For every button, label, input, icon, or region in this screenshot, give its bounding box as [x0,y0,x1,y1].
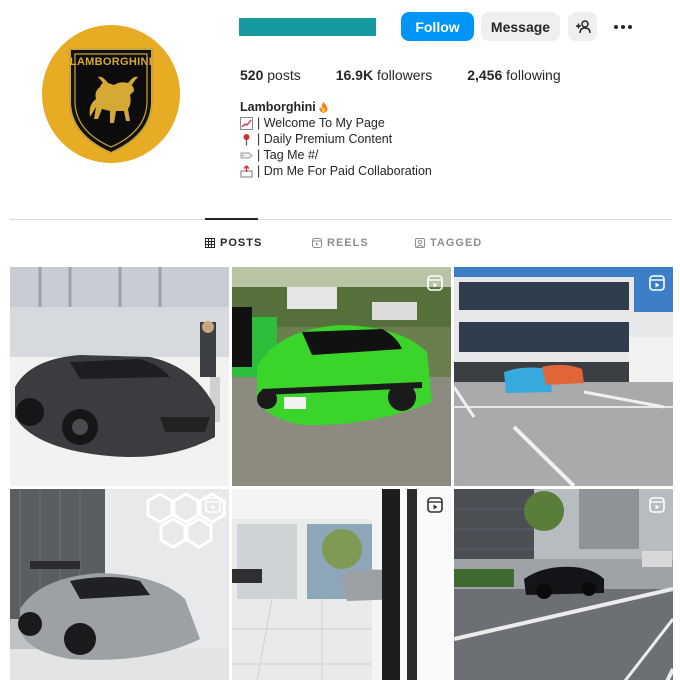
widebody-huracan-hexagon-lights-photo [10,489,229,680]
following-count: 2,456 [467,67,503,83]
post-thumbnail[interactable] [454,267,673,486]
post-thumbnail[interactable] [232,489,451,680]
followers-label: followers [376,67,433,83]
reel-icon [427,275,443,291]
reels-icon [312,238,322,248]
outbox-emoji-icon [240,164,253,177]
more-options-button[interactable] [610,12,636,41]
add-user-icon [575,19,591,33]
fire-emoji-icon [319,101,328,113]
chart-emoji-icon [240,116,253,130]
grid-icon [205,238,215,248]
post-thumbnail[interactable] [454,489,673,680]
pushpin-emoji-icon [243,133,250,145]
black-lamborghini-street-photo [454,489,673,680]
showroom-window-photo [232,489,451,680]
suggested-users-button[interactable] [568,12,597,41]
reel-icon [205,497,221,513]
reel-icon [649,497,665,513]
bio-line: | Daily Premium Content [240,131,432,147]
reel-icon [649,275,665,291]
tab-label: TAGGED [430,237,483,249]
profile-stats: 520 posts 16.9K followers 2,456 followin… [240,67,596,83]
posts-stat: 520 posts [240,67,301,83]
tab-label: POSTS [220,237,263,249]
following-label: following [506,67,561,83]
profile-bio: Lamborghini | Welcome To My Page | Daily… [240,99,432,179]
bio-line-text: | Welcome To My Page [257,116,385,130]
follow-button[interactable]: Follow [401,12,474,41]
bio-line-text: | Daily Premium Content [257,132,393,146]
post-thumbnail[interactable] [10,267,229,486]
logo-wordmark: LAMBORGHINI [69,56,153,68]
tab-posts[interactable]: POSTS [205,237,262,249]
profile-avatar[interactable] [42,25,180,163]
tab-reels[interactable]: REELS [312,237,369,249]
bio-name: Lamborghini [240,100,316,114]
post-thumbnail[interactable] [10,489,229,680]
posts-count: 520 [240,67,264,83]
green-lamborghini-aventador-photo [232,267,451,486]
dot-icon [621,24,625,29]
lamborghini-logo-icon [42,25,180,163]
posts-label: posts [267,67,301,83]
reel-icon [427,497,443,513]
dot-icon [628,24,632,29]
dot-icon [614,24,618,29]
bio-line-text: | Tag Me #/ [257,148,319,162]
bio-line-text: | Dm Me For Paid Collaboration [257,164,432,178]
following-stat[interactable]: 2,456 following [467,67,560,83]
parking-lot-building-photo [454,267,673,486]
gray-lamborghini-factory-photo [10,267,229,486]
bio-name-line: Lamborghini [240,99,432,115]
active-tab-indicator [205,218,258,220]
bio-line: | Dm Me For Paid Collaboration [240,163,432,179]
followers-count: 16.9K [335,67,374,83]
tab-tagged[interactable]: TAGGED [415,237,482,249]
post-thumbnail[interactable] [232,267,451,486]
label-emoji-icon [240,152,253,158]
bio-line: | Welcome To My Page [240,115,432,131]
followers-stat[interactable]: 16.9K followers [336,67,433,83]
username-redacted [239,18,376,36]
tab-label: REELS [327,237,369,249]
tabs-divider [10,219,672,220]
message-button[interactable]: Message [481,12,560,41]
tagged-icon [415,238,425,248]
bio-line: | Tag Me #/ [240,147,432,163]
